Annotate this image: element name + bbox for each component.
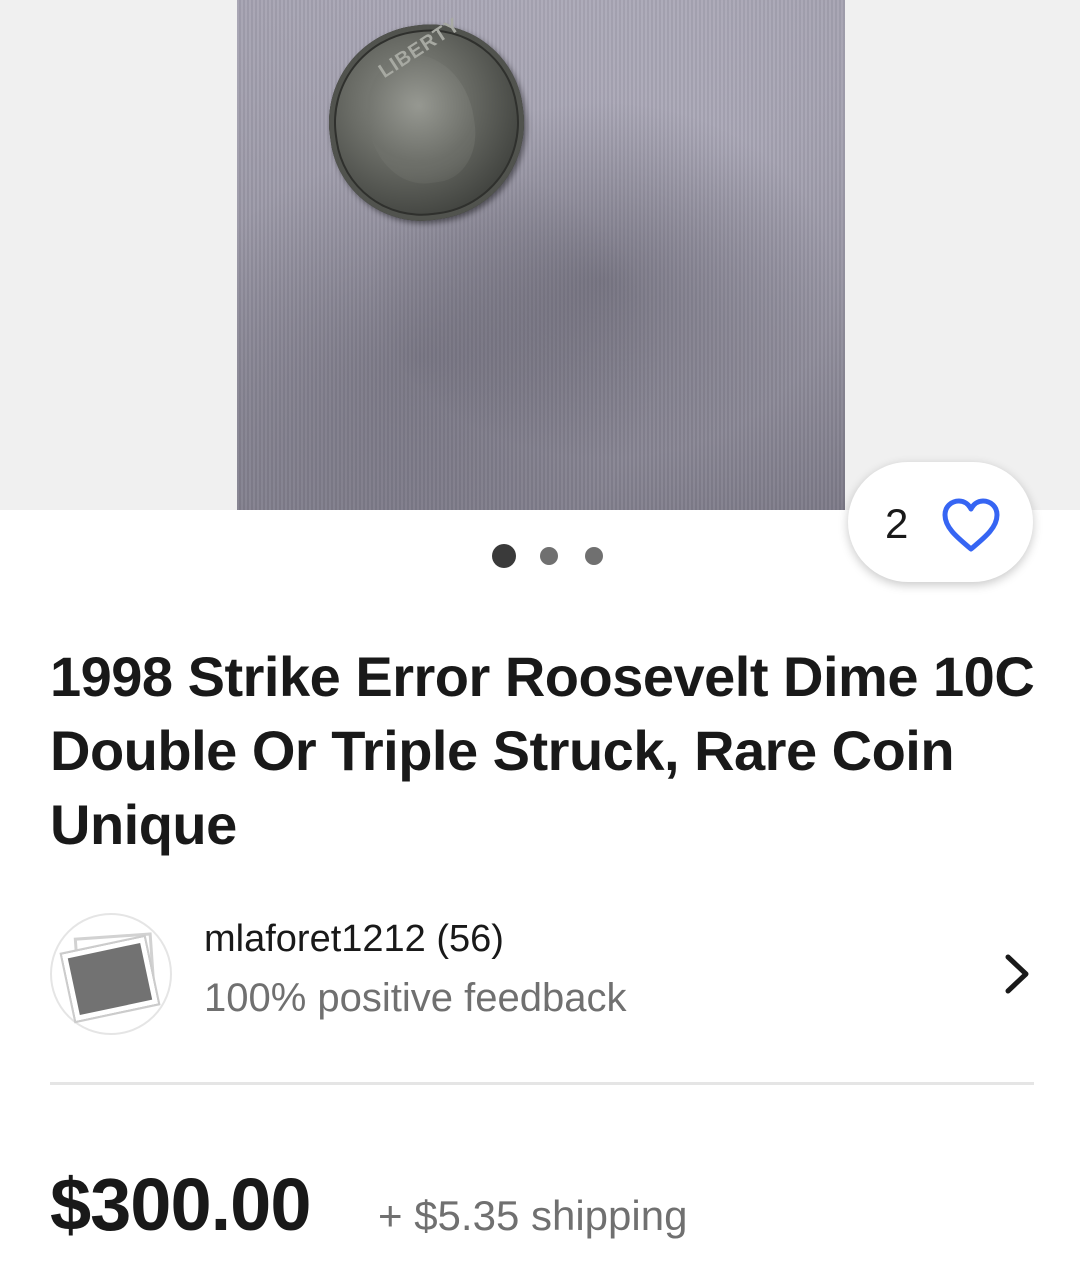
watcher-count: 2 (885, 500, 909, 547)
price-row: $300.00 + $5.35 shipping (50, 1162, 1050, 1252)
listing-title: 1998 Strike Error Roosevelt Dime 10C Dou… (50, 645, 1035, 856)
chevron-right-icon (1005, 954, 1029, 994)
seller-name: mlaforet1212 (56) (204, 918, 504, 960)
gallery-pagination (0, 544, 1080, 568)
image-gallery[interactable]: LIBERTY (0, 0, 1080, 510)
pagination-dot[interactable] (540, 547, 558, 565)
pagination-dot-active[interactable] (492, 544, 516, 568)
fabric-background (237, 0, 845, 510)
shipping-cost: + $5.35 shipping (378, 1192, 688, 1239)
pagination-dot[interactable] (585, 547, 603, 565)
seller-feedback: 100% positive feedback (204, 976, 627, 1020)
listing-photo[interactable]: LIBERTY (237, 0, 845, 510)
seller-info-row[interactable]: mlaforet1212 (56) 100% positive feedback (50, 910, 1034, 1035)
seller-avatar (50, 913, 172, 1035)
divider (50, 1082, 1034, 1085)
item-price: $300.00 (50, 1163, 311, 1246)
